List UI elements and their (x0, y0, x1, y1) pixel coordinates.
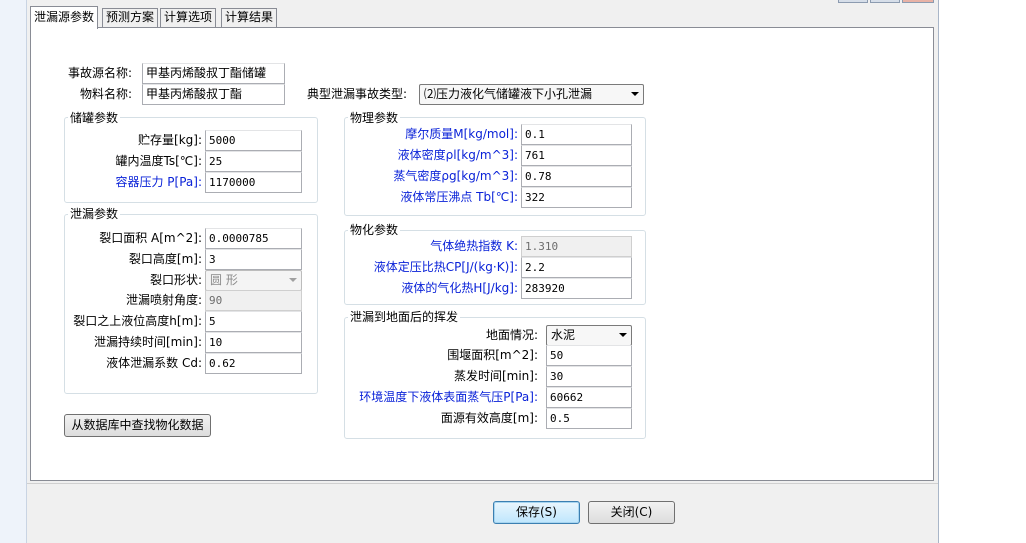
save-button[interactable]: 保存(S) (493, 501, 580, 524)
tab-leak-source-params[interactable]: 泄漏源参数 (30, 6, 99, 29)
leak-shape-value: 圆 形 (210, 273, 238, 287)
tab-calc-results[interactable]: 计算结果 (221, 8, 278, 28)
minimize-button[interactable] (838, 0, 868, 3)
jet-angle-label: 泄漏喷射角度: (125, 293, 202, 307)
evap-time-label: 蒸发时间[min]: (453, 369, 538, 383)
boiling-point-label: 液体常压沸点 Tb[℃]: (400, 190, 518, 204)
adiabatic-index-label: 气体绝热指数 K: (430, 239, 518, 253)
ground-type-value: 水泥 (551, 328, 576, 342)
tank-temp-input[interactable]: 25 (205, 151, 302, 172)
liquid-density-input[interactable]: 761 (521, 145, 632, 166)
chevron-down-icon (289, 278, 297, 282)
vessel-pressure-input[interactable]: 1170000 (205, 172, 302, 193)
effective-height-label: 面源有效高度[m]: (440, 411, 538, 425)
leak-params-title: 泄漏参数 (68, 206, 121, 222)
liquid-density-label: 液体密度ρl[kg/m^3]: (397, 148, 518, 162)
vapor-pressure-label: 环境温度下液体表面蒸气压P[Pa]: (359, 390, 538, 404)
leak-height-label: 裂口高度[m]: (128, 252, 202, 266)
desktop-right-strip (938, 0, 1026, 543)
vaporization-heat-input[interactable]: 283920 (521, 278, 632, 299)
storage-label: 贮存量[kg]: (138, 133, 202, 147)
vessel-pressure-label: 容器压力 P[Pa]: (115, 175, 202, 189)
effective-height-input[interactable]: 0.5 (546, 408, 632, 429)
adiabatic-index-input[interactable]: 1.310 (521, 236, 632, 257)
accident-type-select[interactable]: ⑵压力液化气储罐液下小孔泄漏 (419, 84, 644, 105)
storage-input[interactable]: 5000 (205, 130, 302, 151)
molar-mass-label: 摩尔质量M[kg/mol]: (405, 127, 518, 141)
dike-area-input[interactable]: 50 (546, 345, 632, 366)
liquid-level-input[interactable]: 5 (205, 311, 302, 332)
vapor-density-input[interactable]: 0.78 (521, 166, 632, 187)
jet-angle-input[interactable]: 90 (205, 290, 302, 311)
close-button[interactable]: 关闭(C) (588, 501, 675, 524)
leak-duration-label: 泄漏持续时间[min]: (93, 335, 202, 349)
bottom-button-bar (27, 483, 938, 543)
chevron-down-icon (619, 333, 627, 337)
discharge-coef-label: 液体泄漏系数 Cd: (106, 356, 202, 370)
tank-temp-label: 罐内温度Ts[℃]: (115, 154, 202, 168)
ground-type-select[interactable]: 水泥 (546, 325, 632, 346)
vapor-pressure-input[interactable]: 60662 (546, 387, 632, 408)
desktop-left-strip (0, 0, 27, 543)
accident-type-label: 典型泄漏事故类型: (307, 87, 408, 101)
tab-prediction-plan[interactable]: 预测方案 (102, 8, 159, 28)
source-name-label: 事故源名称: (68, 66, 133, 80)
evaporation-title: 泄漏到地面后的挥发 (348, 309, 461, 325)
leak-height-input[interactable]: 3 (205, 249, 302, 270)
material-label: 物料名称: (80, 87, 133, 101)
discharge-coef-input[interactable]: 0.62 (205, 353, 302, 374)
liquid-level-label: 裂口之上液位高度h[m]: (73, 314, 202, 328)
accident-type-value: ⑵压力液化气储罐液下小孔泄漏 (424, 87, 593, 101)
lookup-database-button[interactable]: 从数据库中查找物化数据 (64, 414, 211, 437)
molar-mass-input[interactable]: 0.1 (521, 124, 632, 145)
leak-area-input[interactable]: 0.0000785 (205, 228, 302, 249)
chevron-down-icon (631, 92, 639, 96)
tank-params-title: 储罐参数 (68, 110, 121, 126)
dike-area-label: 围堰面积[m^2]: (447, 348, 538, 362)
ground-type-label: 地面情况: (485, 328, 538, 342)
specific-heat-input[interactable]: 2.2 (521, 257, 632, 278)
boiling-point-input[interactable]: 322 (521, 187, 632, 208)
leak-shape-label: 裂口形状: (149, 273, 202, 287)
tab-calc-options[interactable]: 计算选项 (160, 8, 217, 28)
maximize-button[interactable] (870, 0, 900, 3)
leak-shape-select[interactable]: 圆 形 (205, 270, 302, 291)
source-name-input[interactable]: 甲基丙烯酸叔丁酯储罐 (142, 63, 285, 84)
leak-area-label: 裂口面积 A[m^2]: (99, 231, 202, 245)
close-window-button[interactable] (902, 0, 934, 3)
material-input[interactable]: 甲基丙烯酸叔丁酯 (142, 84, 285, 105)
vapor-density-label: 蒸气密度ρg[kg/m^3]: (393, 169, 518, 183)
specific-heat-label: 液体定压比热CP[J/(kg·K)]: (373, 260, 518, 274)
evap-time-input[interactable]: 30 (546, 366, 632, 387)
leak-duration-input[interactable]: 10 (205, 332, 302, 353)
vaporization-heat-label: 液体的气化热H[J/kg]: (401, 281, 518, 295)
